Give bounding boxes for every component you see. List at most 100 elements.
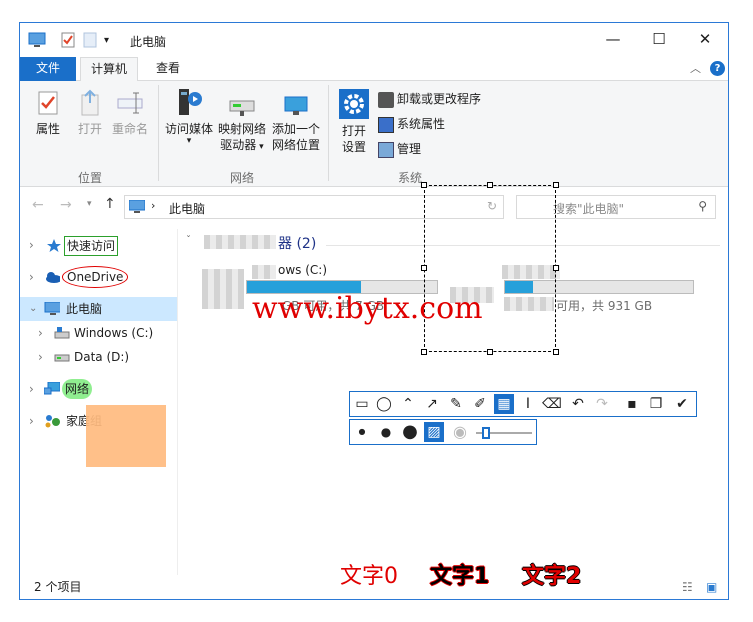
network-icon: [44, 382, 60, 395]
map-network-drive-button[interactable]: 映射网络 驱动器 ▾: [216, 95, 268, 155]
redo-icon[interactable]: ↷: [592, 394, 612, 414]
mosaic-pattern-icon[interactable]: ▨: [424, 422, 444, 442]
resize-handle[interactable]: [421, 182, 427, 188]
pencil-tool-icon[interactable]: ✎: [446, 394, 466, 414]
arrow-tool-icon[interactable]: ↗: [422, 394, 442, 414]
resize-handle[interactable]: [421, 265, 427, 271]
nav-item-windows-c[interactable]: › Windows (C:): [20, 321, 177, 345]
open-settings-label-1: 打开: [341, 124, 366, 138]
watermark-text: www.ibytx.com: [252, 291, 483, 326]
maximize-button[interactable]: ☐: [636, 23, 682, 55]
back-arrow-icon[interactable]: ←: [32, 197, 44, 213]
navigation-pane: › 快速访问 › OneDrive ⌄ 此电脑 › Windows (C:) ›…: [20, 229, 178, 575]
open-settings-label-2: 设置: [341, 140, 366, 154]
rename-label: 重命名: [111, 122, 148, 136]
nav-item-onedrive[interactable]: › OneDrive: [20, 265, 177, 289]
resize-handle[interactable]: [553, 182, 559, 188]
chevron-right-icon[interactable]: ›: [29, 233, 34, 257]
marker-tool-icon[interactable]: ✐: [470, 394, 490, 414]
chevron-right-icon[interactable]: ›: [38, 345, 43, 369]
tab-view[interactable]: 查看: [146, 57, 190, 81]
selection-rectangle[interactable]: [424, 185, 556, 352]
network-location-icon: [284, 96, 308, 115]
rename-button[interactable]: 重命名: [110, 89, 150, 137]
navigation-bar: ← → ▾ ↑ › 此电脑 ↻ 搜索"此电脑" ⚲: [20, 191, 728, 221]
confirm-icon[interactable]: ✔: [672, 394, 692, 414]
drive-c-name[interactable]: ows (C:): [278, 263, 327, 277]
nav-item-quick-access[interactable]: › 快速访问: [20, 233, 177, 257]
highlight-rectangle: [86, 405, 166, 467]
nav-label-this-pc: 此电脑: [66, 302, 103, 316]
ribbon: 属性 打开 重命名 位置 访问媒体 ▾ 映射网络 驱动器 ▾ 添加一个 网络位置…: [20, 81, 728, 187]
manage-button[interactable]: 管理: [378, 139, 421, 159]
details-view-icon[interactable]: ☷: [682, 575, 693, 599]
chevron-right-icon[interactable]: ›: [29, 265, 34, 289]
resize-handle[interactable]: [553, 265, 559, 271]
tab-file[interactable]: 文件: [20, 57, 76, 81]
group-label-network: 网络: [230, 171, 255, 185]
computer-icon: [44, 302, 60, 315]
brush-small-icon[interactable]: ●: [352, 422, 372, 442]
text-annotation-0: 文字0: [340, 564, 398, 589]
annotation-toolbar: ▭ ◯ ⌃ ↗ ✎ ✐ ▦ I ⌫ ↶ ↷ ▪ ❐ ✔: [349, 391, 697, 417]
undo-icon[interactable]: ↶: [568, 394, 588, 414]
tab-computer[interactable]: 计算机: [80, 57, 139, 82]
brush-large-icon[interactable]: ●: [400, 422, 420, 442]
large-icons-view-icon[interactable]: ▣: [706, 575, 717, 599]
chevron-up-icon[interactable]: ︿: [690, 60, 701, 76]
up-arrow-icon[interactable]: ↑: [104, 196, 116, 212]
item-count: 2 个项目: [34, 580, 82, 594]
chevron-right-icon[interactable]: ›: [29, 377, 34, 401]
copy-icon[interactable]: ❐: [646, 394, 666, 414]
rectangle-tool-icon[interactable]: ▭: [352, 394, 372, 414]
brush-medium-icon[interactable]: ●: [376, 422, 396, 442]
open-button[interactable]: 打开: [72, 89, 108, 137]
search-placeholder: 搜索"此电脑": [553, 202, 625, 216]
chevron-down-icon[interactable]: ⌄: [29, 297, 37, 321]
properties-quick-icon[interactable]: [60, 31, 76, 49]
open-settings-button[interactable]: 打开 设置: [336, 89, 372, 155]
network-drive-icon: [229, 100, 255, 116]
divider: [158, 85, 159, 181]
minimize-button[interactable]: —: [590, 23, 636, 55]
chevron-down-icon[interactable]: ˇ: [186, 235, 191, 246]
nav-item-network[interactable]: › 网络: [20, 377, 177, 401]
new-folder-quick-icon[interactable]: [82, 31, 98, 49]
chevron-right-icon[interactable]: ›: [29, 409, 34, 433]
mosaic-tool-icon[interactable]: ▦: [494, 394, 514, 414]
cloud-icon: [46, 272, 60, 283]
close-button[interactable]: ✕: [682, 23, 728, 55]
manage-label: 管理: [397, 142, 422, 156]
line-tool-icon[interactable]: ⌃: [398, 394, 418, 414]
resize-handle[interactable]: [421, 349, 427, 355]
size-slider-thumb[interactable]: [482, 427, 490, 439]
save-icon[interactable]: ▪: [622, 394, 642, 414]
properties-button[interactable]: 属性: [30, 89, 66, 137]
nav-label-windows-c: Windows (C:): [74, 326, 154, 340]
access-media-button[interactable]: 访问媒体 ▾: [164, 87, 214, 146]
explorer-window: ▾ 此电脑 — ☐ ✕ 文件 计算机 查看 ︿ ? 属性 打开 重命名 位置 访…: [19, 22, 729, 600]
resize-handle[interactable]: [487, 182, 493, 188]
section-header: 器 (2): [278, 236, 317, 252]
text-tool-icon[interactable]: I: [518, 394, 538, 414]
add-network-location-button[interactable]: 添加一个 网络位置: [270, 95, 322, 153]
chevron-down-icon[interactable]: ▾: [104, 35, 109, 53]
divider: [328, 85, 329, 181]
ribbon-tabs: 文件 计算机 查看 ︿ ?: [20, 57, 728, 82]
recent-locations-icon[interactable]: ▾: [87, 199, 92, 209]
homegroup-icon: [45, 415, 60, 428]
system-properties-button[interactable]: 系统属性: [378, 114, 445, 134]
resize-handle[interactable]: [553, 349, 559, 355]
blurred-region: [204, 235, 276, 249]
nav-item-data-d[interactable]: › Data (D:): [20, 345, 177, 369]
window-title: 此电脑: [130, 35, 167, 49]
forward-arrow-icon[interactable]: →: [60, 197, 72, 213]
uninstall-programs-button[interactable]: 卸载或更改程序: [378, 89, 481, 109]
eraser-tool-icon[interactable]: ⌫: [542, 394, 562, 414]
nav-item-this-pc[interactable]: ⌄ 此电脑: [20, 297, 177, 321]
ellipse-tool-icon[interactable]: ◯: [374, 394, 394, 414]
help-icon[interactable]: ?: [710, 61, 725, 76]
map-drive-label-2: 驱动器: [220, 138, 257, 152]
chevron-right-icon[interactable]: ›: [38, 321, 43, 345]
resize-handle[interactable]: [487, 349, 493, 355]
